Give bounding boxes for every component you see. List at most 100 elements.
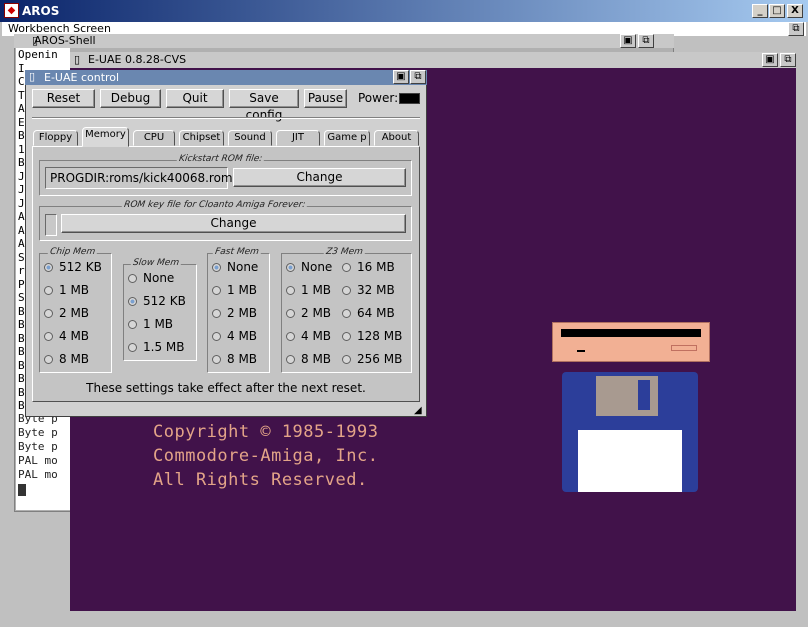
fast-mem-option-label: 8 MB	[227, 352, 258, 366]
radio-icon	[212, 286, 221, 295]
fast-mem-radio[interactable]: 4 MB	[212, 329, 257, 343]
kickstart-path-field[interactable]: PROGDIR:roms/kick40068.rom	[45, 167, 233, 189]
fast-mem-option-label: 1 MB	[227, 283, 258, 297]
maximize-button[interactable]: □	[769, 4, 785, 18]
romkey-change-button[interactable]: Change	[61, 214, 406, 233]
workbench-depth-icon[interactable]: ⧉	[788, 22, 804, 36]
z3-mem-radio[interactable]: None	[286, 260, 332, 274]
host-titlebar[interactable]: ◆ AROS _ □ X	[0, 0, 808, 22]
fast-mem-radio[interactable]: 8 MB	[212, 352, 257, 366]
z3-mem-radio[interactable]: 16 MB	[342, 260, 395, 274]
radio-icon	[128, 320, 137, 329]
romkey-path-field[interactable]	[45, 214, 57, 236]
tab-about[interactable]: About	[374, 130, 419, 146]
kickstart-change-button[interactable]: Change	[233, 168, 406, 187]
fast-mem-option-label: 2 MB	[227, 306, 258, 320]
shell-zoom-icon[interactable]: ▣	[620, 34, 636, 48]
radio-icon	[128, 297, 137, 306]
control-close-icon[interactable]: ▯	[29, 70, 35, 83]
tab-floppy[interactable]: Floppy	[33, 130, 78, 146]
radio-icon	[212, 355, 221, 364]
emulator-titlebar[interactable]: ▯ E-UAE 0.8.28-CVS ▣ ⧉	[70, 52, 796, 68]
shell-output-lower[interactable]: Byte p Byte p Byte p PAL mo PAL mo	[16, 412, 76, 510]
z3-mem-radio[interactable]: 8 MB	[286, 352, 331, 366]
z3-mem-option-label: 1 MB	[301, 283, 332, 297]
radio-icon	[128, 274, 137, 283]
chip-mem-radio[interactable]: 8 MB	[44, 352, 89, 366]
tab-sound[interactable]: Sound	[228, 130, 272, 146]
tab-jit[interactable]: JIT	[276, 130, 320, 146]
z3-mem-radio[interactable]: 4 MB	[286, 329, 331, 343]
radio-icon	[212, 263, 221, 272]
emulator-depth-icon[interactable]: ⧉	[780, 53, 796, 67]
copyright-line-2: Commodore-Amiga, Inc.	[153, 446, 379, 466]
radio-icon	[286, 332, 295, 341]
z3-mem-option-label: 8 MB	[301, 352, 332, 366]
control-titlebar[interactable]: ▯ E-UAE control ▣ ⧉	[25, 70, 427, 85]
z3-mem-option-label: 32 MB	[357, 283, 395, 297]
slow-mem-radio[interactable]: 1.5 MB	[128, 340, 184, 354]
reset-button[interactable]: Reset	[32, 89, 95, 108]
kickstart-label: Kickstart ROM file:	[176, 154, 265, 164]
chip-mem-option-label: 8 MB	[59, 352, 90, 366]
z3-mem-label: Z3 Mem	[323, 247, 366, 257]
fast-mem-label: Fast Mem	[212, 247, 262, 257]
pause-button[interactable]: Pause	[304, 89, 347, 108]
slow-mem-radio[interactable]: None	[128, 271, 174, 285]
radio-icon	[44, 286, 53, 295]
radio-icon	[342, 309, 351, 318]
z3-mem-radio[interactable]: 256 MB	[342, 352, 402, 366]
shell-titlebar[interactable]: ▯ AROS-Shell ▣ ⧉	[14, 34, 674, 48]
shell-line: Byte p	[18, 440, 58, 453]
tab-cpu[interactable]: CPU	[133, 130, 175, 146]
copyright-line-3: All Rights Reserved.	[153, 470, 368, 490]
z3-mem-option-label: 4 MB	[301, 329, 332, 343]
tab-chipset[interactable]: Chipset	[179, 130, 224, 146]
z3-mem-radio[interactable]: 2 MB	[286, 306, 331, 320]
emulator-title: E-UAE 0.8.28-CVS	[88, 53, 187, 66]
close-button[interactable]: X	[787, 4, 803, 18]
radio-icon	[286, 263, 295, 272]
slow-mem-option-label: 1 MB	[143, 317, 174, 331]
z3-mem-option-label: 128 MB	[357, 329, 403, 343]
fast-mem-radio[interactable]: 2 MB	[212, 306, 257, 320]
copyright-line-1: Copyright © 1985-1993	[153, 422, 379, 442]
z3-mem-radio[interactable]: 64 MB	[342, 306, 395, 320]
fast-mem-radio[interactable]: None	[212, 260, 258, 274]
minimize-button[interactable]: _	[752, 4, 768, 18]
z3-mem-radio[interactable]: 1 MB	[286, 283, 331, 297]
z3-mem-option-label: None	[301, 260, 333, 274]
debug-button[interactable]: Debug	[100, 89, 161, 108]
control-depth-icon[interactable]: ⧉	[410, 70, 426, 84]
shell-depth-icon[interactable]: ⧉	[638, 34, 654, 48]
quit-button[interactable]: Quit	[166, 89, 224, 108]
tab-game-port[interactable]: Game p	[324, 130, 370, 146]
save-config-button[interactable]: Save config	[229, 89, 299, 122]
power-label: Power:	[358, 91, 399, 105]
shell-line: Openin	[18, 48, 58, 61]
radio-icon	[286, 309, 295, 318]
chip-mem-radio[interactable]: 4 MB	[44, 329, 89, 343]
z3-mem-radio[interactable]: 32 MB	[342, 283, 395, 297]
z3-mem-radio[interactable]: 128 MB	[342, 329, 402, 343]
slow-mem-radio[interactable]: 512 KB	[128, 294, 186, 308]
host-title: AROS	[22, 4, 60, 18]
control-title: E-UAE control	[44, 71, 120, 84]
emulator-close-icon[interactable]: ▯	[74, 53, 80, 66]
fast-mem-radio[interactable]: 1 MB	[212, 283, 257, 297]
z3-mem-option-label: 64 MB	[357, 306, 395, 320]
radio-icon	[44, 332, 53, 341]
chip-mem-option-label: 1 MB	[59, 283, 90, 297]
shell-line: PAL mo	[18, 454, 58, 467]
slow-mem-option-label: 512 KB	[143, 294, 186, 308]
chip-mem-radio[interactable]: 1 MB	[44, 283, 89, 297]
chip-mem-radio[interactable]: 2 MB	[44, 306, 89, 320]
control-zoom-icon[interactable]: ▣	[393, 70, 409, 84]
emulator-zoom-icon[interactable]: ▣	[762, 53, 778, 67]
chip-mem-radio[interactable]: 512 KB	[44, 260, 102, 274]
fast-mem-option-label: None	[227, 260, 259, 274]
slow-mem-radio[interactable]: 1 MB	[128, 317, 173, 331]
radio-icon	[342, 286, 351, 295]
resize-grip-icon[interactable]: ◢	[414, 405, 422, 416]
tab-memory[interactable]: Memory	[82, 127, 129, 147]
